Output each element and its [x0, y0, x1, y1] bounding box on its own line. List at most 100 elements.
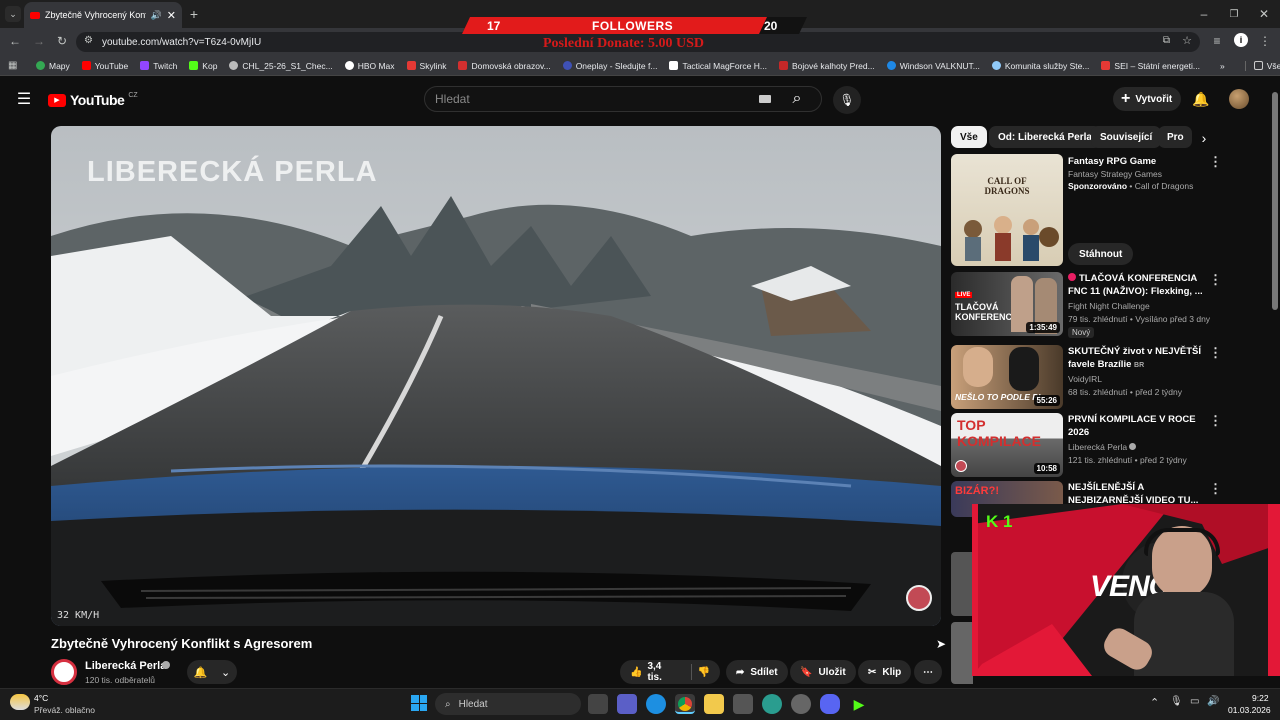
bookmark-item[interactable]: Kop — [183, 61, 223, 71]
chip-related[interactable]: Související — [1091, 126, 1162, 148]
subscription-bell-button[interactable]: 🔔 ⌄ — [187, 660, 237, 684]
discord-icon[interactable] — [820, 694, 840, 714]
ad-download-button[interactable]: Stáhnout — [1068, 243, 1134, 265]
bookmark-item[interactable]: Skylink — [401, 61, 453, 71]
bookmark-item[interactable]: Tactical MagForce H... — [663, 61, 773, 71]
browser-app-icon[interactable] — [762, 694, 782, 714]
bookmark-item[interactable]: Bojové kalhoty Pred... — [773, 61, 881, 71]
new-tab-icon[interactable]: + — [186, 6, 202, 22]
bookmark-star-icon[interactable]: ☆ — [1182, 34, 1192, 47]
obs-icon[interactable] — [791, 694, 811, 714]
bookmark-item[interactable]: HBO Max — [339, 61, 401, 71]
bookmark-item[interactable]: YouTube — [76, 61, 134, 71]
weather-description[interactable]: Převáž. oblačno — [34, 705, 95, 715]
dislike-button[interactable]: 👎 — [698, 667, 710, 678]
kick-app-icon[interactable]: ▶ — [849, 694, 869, 714]
reload-icon[interactable]: ↻ — [55, 34, 69, 48]
file-explorer-icon[interactable] — [704, 694, 724, 714]
chips-next-icon[interactable]: › — [1196, 130, 1212, 146]
restore-icon[interactable]: ❐ — [1226, 6, 1242, 22]
related-thumbnail[interactable]: NEŠLO TO PODLE PL 55:26 — [951, 345, 1063, 409]
weather-temp[interactable]: 4°C — [34, 693, 48, 703]
chip-from-channel[interactable]: Od: Liberecká Perla — [989, 126, 1101, 148]
bookmark-item[interactable]: Mapy — [30, 61, 76, 71]
keyboard-icon[interactable] — [759, 95, 771, 103]
windows-start-icon[interactable] — [411, 695, 427, 711]
teams-icon[interactable] — [617, 694, 637, 714]
save-button[interactable]: 🔖 Uložit — [790, 660, 856, 684]
related-thumbnail-partial[interactable] — [951, 622, 973, 684]
bookmark-item[interactable]: Domovská obrazov... — [452, 61, 556, 71]
related-menu-icon[interactable]: ⋮ — [1209, 345, 1222, 361]
related-video[interactable]: NEŠLO TO PODLE PL 55:26 SKUTEČNÝ život v… — [951, 345, 1271, 409]
related-menu-icon[interactable]: ⋮ — [1209, 413, 1222, 429]
clip-button[interactable]: ✂ Klip — [858, 660, 912, 684]
close-window-icon[interactable]: ✕ — [1256, 6, 1272, 22]
search-input[interactable]: Hledat — [424, 86, 822, 112]
ad-thumbnail[interactable]: CALL OF DRAGONS — [951, 154, 1063, 266]
bookmark-item[interactable]: Komunita služby Ste... — [986, 61, 1096, 71]
related-thumbnail[interactable]: LIVE TLAČOVÁ KONFERENCIA 1:35:49 — [951, 272, 1063, 336]
chrome-icon[interactable] — [675, 694, 695, 714]
task-view-icon[interactable] — [588, 694, 608, 714]
install-icon[interactable]: ⧉ — [1163, 35, 1170, 46]
related-menu-icon[interactable]: ⋮ — [1209, 481, 1222, 497]
all-bookmarks[interactable]: Všechny záložky — [1244, 60, 1280, 71]
share-button[interactable]: ➦ Sdílet — [726, 660, 788, 684]
edge-icon[interactable] — [646, 694, 666, 714]
search-icon[interactable]: ⌕ — [787, 89, 807, 109]
related-video[interactable]: LIVE TLAČOVÁ KONFERENCIA 1:35:49 TLAČOVÁ… — [951, 272, 1271, 340]
related-video[interactable]: TOP KOMPILACE 10:58 PRVNÍ KOMPILACE V RO… — [951, 413, 1271, 477]
clock-time[interactable]: 9:22 — [1252, 693, 1269, 703]
volume-icon[interactable]: 🔊 — [1207, 696, 1219, 707]
notifications-bell-icon[interactable]: 🔔 — [1192, 90, 1210, 108]
profile-icon[interactable]: i — [1234, 33, 1248, 47]
bookmark-label: Windson VALKNUT... — [899, 60, 980, 71]
create-button[interactable]: + Vytvořit — [1113, 87, 1181, 111]
video-player[interactable]: LIBERECKÁ PERLA 32 KM/H — [51, 126, 941, 626]
live-badge: LIVE — [955, 292, 973, 298]
apps-grid-icon[interactable]: ▦ — [8, 60, 17, 71]
plus-icon: + — [1121, 90, 1131, 107]
network-icon[interactable]: ▭ — [1190, 696, 1199, 707]
microphone-icon[interactable]: 🎙 — [833, 86, 861, 114]
bookmark-item[interactable]: Windson VALKNUT... — [881, 61, 986, 71]
microphone-tray-icon[interactable]: 🎙 — [1170, 696, 1183, 707]
store-icon[interactable] — [733, 694, 753, 714]
more-actions-button[interactable]: ⋯ — [914, 660, 942, 684]
tray-chevron-icon[interactable]: ⌃ — [1150, 696, 1159, 709]
bookmark-item[interactable]: Oneplay - Sledujte f... — [557, 61, 664, 71]
back-icon[interactable]: ← — [8, 34, 22, 48]
taskbar-search[interactable]: ⌕ Hledat — [435, 693, 581, 715]
channel-watermark-icon[interactable] — [906, 585, 932, 611]
bookmark-item[interactable]: CHL_25-26_S1_Chec... — [223, 61, 338, 71]
channel-name[interactable]: Liberecká Perla — [85, 660, 166, 672]
menu-icon[interactable]: ⋮ — [1258, 34, 1272, 48]
ad-menu-icon[interactable]: ⋮ — [1209, 154, 1222, 170]
bookmark-item[interactable]: SEI – Státní energeti... — [1095, 61, 1206, 71]
bookmarks-overflow[interactable]: » — [1214, 61, 1231, 71]
channel-avatar[interactable] — [51, 659, 77, 685]
account-avatar[interactable] — [1229, 89, 1249, 109]
browser-tab[interactable]: Zbytečně Vyhrocený Konfli 🔊 ✕ — [24, 2, 182, 28]
forward-icon[interactable]: → — [32, 34, 46, 48]
bookmark-item[interactable]: Twitch — [134, 61, 183, 71]
like-button[interactable]: 👍 3,4 tis. — [630, 661, 679, 683]
media-icon[interactable]: ≡ — [1210, 34, 1224, 48]
chip-for-you[interactable]: Pro — [1158, 126, 1192, 148]
minimize-icon[interactable]: – — [1196, 6, 1212, 22]
page-scrollbar[interactable] — [1272, 92, 1278, 310]
chip-all[interactable]: Vše — [951, 126, 987, 148]
site-info-icon[interactable]: ⚙ — [84, 35, 93, 46]
related-thumbnail-partial[interactable] — [951, 552, 973, 616]
tab-search-icon[interactable]: ⌄ — [5, 6, 21, 22]
audio-icon[interactable]: 🔊 — [151, 10, 162, 21]
weather-icon[interactable] — [10, 694, 30, 710]
clock-date[interactable]: 01.03.2026 — [1228, 705, 1271, 715]
youtube-logo[interactable]: ▶ YouTube CZ — [48, 92, 138, 108]
close-tab-icon[interactable]: ✕ — [167, 9, 176, 22]
related-thumbnail[interactable]: TOP KOMPILACE 10:58 — [951, 413, 1063, 477]
hamburger-menu-icon[interactable]: ☰ — [16, 91, 32, 108]
related-menu-icon[interactable]: ⋮ — [1209, 272, 1222, 288]
sponsored-ad[interactable]: CALL OF DRAGONS Fantasy RPG Game Fantasy… — [951, 154, 1271, 268]
